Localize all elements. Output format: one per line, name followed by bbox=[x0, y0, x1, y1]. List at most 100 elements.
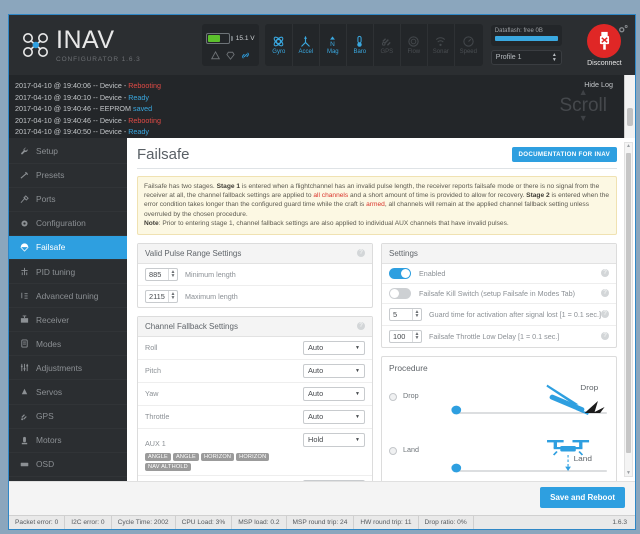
log-status: Ready bbox=[128, 92, 149, 102]
channel-mode-select[interactable]: Auto ▼ bbox=[303, 409, 365, 424]
min-length-label: Minimum length bbox=[185, 269, 236, 279]
channel-mode-value: Auto bbox=[308, 389, 324, 399]
throttle-low-delay-label: Failsafe Throttle Low Delay [1 = 0.1 sec… bbox=[429, 331, 560, 341]
sidebar-item-label: OSD bbox=[36, 459, 55, 470]
max-length-stepper[interactable]: ▲ ▼ bbox=[168, 290, 177, 302]
kill-switch-toggle[interactable] bbox=[389, 287, 411, 299]
guard-time-stepper[interactable]: ▲ ▼ bbox=[412, 308, 421, 320]
sidebar-item-setup[interactable]: Setup bbox=[9, 140, 127, 164]
failsafe-info-note: Failsafe has two stages. Stage 1 is ente… bbox=[137, 175, 617, 235]
land-label: Land bbox=[403, 444, 419, 454]
settings-gear-icon[interactable] bbox=[617, 23, 628, 41]
mode-badge: HORIZON bbox=[200, 452, 235, 461]
sidebar-nav: Setup Presets Ports Configuration Failsa… bbox=[9, 137, 127, 481]
dataflash-bar bbox=[494, 36, 558, 41]
brand-subtitle: CONFIGURATOR 1.6.3 bbox=[56, 55, 141, 63]
save-and-reboot-button[interactable]: Save and Reboot bbox=[540, 487, 625, 508]
sidebar-item-servos[interactable]: Servos bbox=[9, 380, 127, 405]
throttle-low-delay-input[interactable]: 100 ▲ ▼ bbox=[389, 329, 422, 343]
page-title: Failsafe bbox=[137, 145, 190, 163]
sidebar-item-modes[interactable]: Modes bbox=[9, 332, 127, 357]
link-icon[interactable] bbox=[241, 51, 250, 60]
help-icon[interactable]: ? bbox=[601, 289, 609, 298]
sidebar-item-label: Setup bbox=[36, 146, 58, 157]
log-time: 2017-04-10 @ 19:40:10 bbox=[15, 92, 92, 102]
app-body: Setup Presets Ports Configuration Failsa… bbox=[9, 137, 635, 481]
sidebar-item-receiver[interactable]: Receiver bbox=[9, 308, 127, 333]
sidebar-item-motors[interactable]: Motors bbox=[9, 429, 127, 453]
sensor-baro-label: Baro bbox=[353, 49, 367, 55]
help-icon[interactable]: ? bbox=[601, 310, 609, 319]
channel-mode-select[interactable]: Auto ▼ bbox=[303, 386, 365, 401]
sliders-icon bbox=[19, 171, 30, 180]
sidebar-item-label: Motors bbox=[36, 435, 62, 446]
drop-art-label: Drop bbox=[580, 383, 599, 392]
sidebar-item-presets[interactable]: Presets bbox=[9, 164, 127, 188]
sidebar-item-advanced-tuning[interactable]: Advanced tuning bbox=[9, 284, 127, 309]
guard-time-input[interactable]: 5 ▲ ▼ bbox=[389, 307, 422, 321]
throttle-low-delay-value: 100 bbox=[393, 331, 406, 341]
scroll-down-arrow-icon[interactable]: ▼ bbox=[625, 470, 632, 476]
hide-log-button[interactable]: Hide Log bbox=[584, 80, 613, 89]
guard-time-row: 5 ▲ ▼ Guard time for activation after sig… bbox=[382, 304, 616, 326]
satellite-icon bbox=[19, 412, 30, 421]
sidebar-item-configuration[interactable]: Configuration bbox=[9, 212, 127, 236]
status-msp-load: MSP load: 0.2 bbox=[232, 516, 287, 529]
scroll-up-arrow-icon[interactable]: ▲ bbox=[625, 143, 632, 149]
enabled-toggle[interactable] bbox=[389, 267, 411, 279]
max-length-input[interactable]: 2115 ▲ ▼ bbox=[145, 289, 178, 303]
help-icon[interactable]: ? bbox=[601, 269, 609, 278]
log-time: 2017-04-10 @ 19:40:46 bbox=[15, 115, 92, 125]
min-length-stepper[interactable]: ▲ ▼ bbox=[168, 268, 177, 280]
log-entry: 2017-04-10 @ 19:40:10 -- Device - Ready bbox=[15, 92, 149, 102]
channel-row: Throttle Auto ▼ bbox=[138, 406, 372, 429]
sidebar-item-gps[interactable]: GPS bbox=[9, 405, 127, 429]
flow-icon bbox=[408, 36, 419, 47]
log-status: saved bbox=[133, 104, 153, 113]
procedure-land-option[interactable]: Land Land bbox=[382, 429, 616, 481]
sidebar-item-failsafe[interactable]: Failsafe bbox=[9, 235, 127, 260]
sensor-status-bar: Gyro Accel N Mag Baro GPS Flow Sonar Spe… bbox=[264, 24, 483, 66]
sidebar-item-ports[interactable]: Ports bbox=[9, 188, 127, 212]
svg-text:N: N bbox=[330, 41, 335, 48]
log-scrollbar[interactable] bbox=[624, 75, 635, 138]
sidebar-item-adjustments[interactable]: Adjustments bbox=[9, 356, 127, 381]
channel-fallback-panel: Channel Fallback Settings ? Roll Auto ▼ Pi… bbox=[137, 315, 373, 481]
profile-select[interactable]: Profile 1 ▲ ▼ bbox=[490, 50, 562, 65]
log-scrollbar-thumb[interactable] bbox=[627, 107, 633, 126]
note-text-6: : Prior to entering stage 1, channel fal… bbox=[158, 220, 509, 228]
channel-mode-select[interactable]: Auto ▼ bbox=[303, 340, 365, 355]
log-source: Device bbox=[99, 92, 122, 102]
throttle-low-delay-stepper[interactable]: ▲ ▼ bbox=[412, 330, 421, 342]
channel-mode-select[interactable]: Auto ▼ bbox=[303, 363, 365, 378]
channel-row: AUX 1 ANGLE ANGLE HORIZON HORIZON NAV AL… bbox=[138, 429, 372, 476]
channel-fallback-header: Channel Fallback Settings ? bbox=[138, 316, 372, 337]
documentation-button[interactable]: DOCUMENTATION FOR INAV bbox=[511, 146, 617, 162]
procedure-drop-option[interactable]: Drop Drop bbox=[382, 375, 616, 429]
sensor-sonar: Sonar bbox=[428, 24, 455, 66]
chevron-down-icon: ▼ bbox=[355, 367, 360, 374]
action-bar: Save and Reboot bbox=[9, 481, 635, 515]
drop-radio[interactable] bbox=[389, 392, 397, 401]
log-source: EEPROM bbox=[99, 104, 131, 113]
help-icon[interactable]: ? bbox=[601, 332, 609, 341]
sidebar-item-osd[interactable]: OSD bbox=[9, 453, 127, 477]
help-icon[interactable]: ? bbox=[357, 322, 365, 331]
speed-icon bbox=[463, 36, 474, 47]
max-length-value: 2115 bbox=[149, 291, 165, 301]
content-scrollbar-thumb[interactable] bbox=[626, 152, 631, 453]
brand-logo: INAV CONFIGURATOR 1.6.3 bbox=[9, 27, 202, 63]
sidebar-item-label: Configuration bbox=[36, 218, 86, 229]
note-armed: armed bbox=[366, 201, 385, 209]
channel-mode-select[interactable]: Hold ▼ bbox=[303, 432, 365, 447]
channel-label: Pitch bbox=[145, 366, 161, 376]
plug-icon bbox=[19, 194, 30, 204]
content-scrollbar[interactable]: ▲ ▼ bbox=[624, 141, 633, 477]
min-length-input[interactable]: 885 ▲ ▼ bbox=[145, 267, 178, 281]
adjustments-icon bbox=[19, 363, 30, 372]
help-icon[interactable]: ? bbox=[357, 249, 365, 258]
channel-fallback-title: Channel Fallback Settings bbox=[145, 321, 238, 331]
sidebar-item-pid-tuning[interactable]: PID tuning bbox=[9, 260, 127, 285]
mag-icon: N bbox=[330, 36, 335, 48]
land-radio[interactable] bbox=[389, 446, 397, 455]
